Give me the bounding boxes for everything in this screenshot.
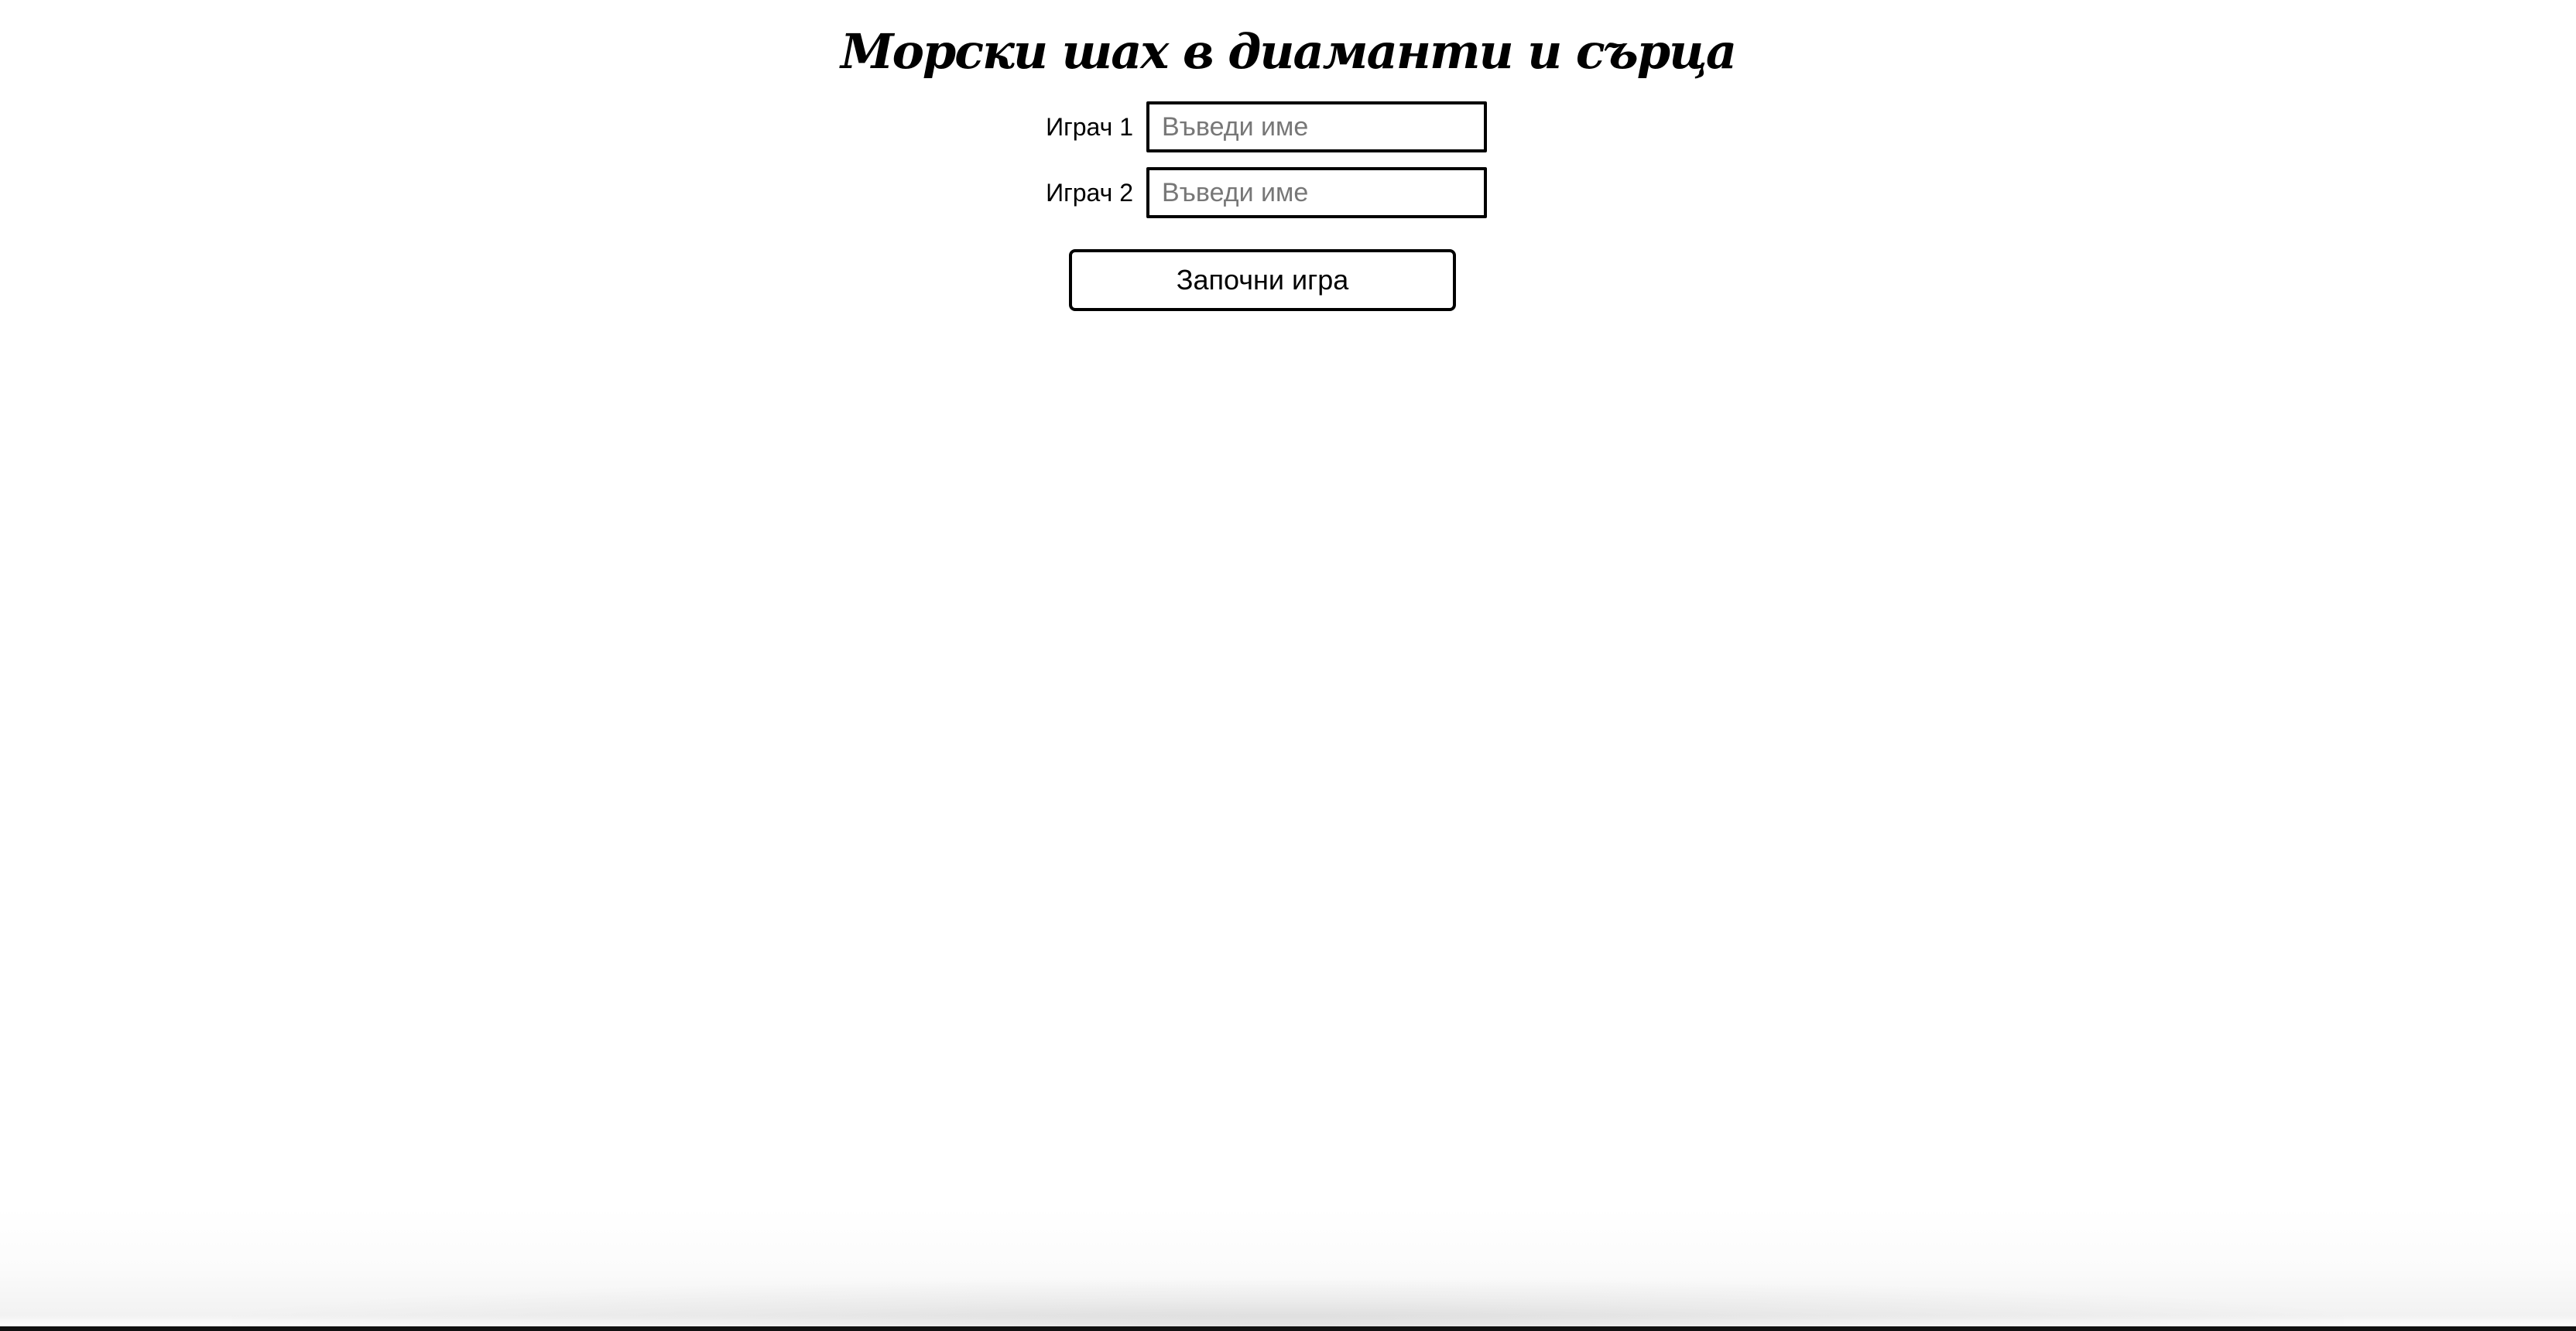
page-background: Морски шах в диаманти и сърца Играч 1 Иг…	[0, 0, 2576, 1331]
player-1-name-input[interactable]	[1146, 101, 1487, 152]
player-1-row: Играч 1	[1037, 101, 1487, 152]
window-bottom-shadow	[232, 1280, 2344, 1326]
player-2-name-input[interactable]	[1146, 167, 1487, 218]
player-2-label: Играч 2	[1046, 178, 1133, 207]
window-bottom-edge	[0, 1326, 2576, 1331]
player-2-row: Играч 2	[1037, 167, 1487, 218]
start-game-button[interactable]: Започни игра	[1069, 249, 1456, 311]
player-1-label: Играч 1	[1046, 112, 1133, 141]
page-title: Морски шах в диаманти и сърца	[840, 23, 1737, 80]
